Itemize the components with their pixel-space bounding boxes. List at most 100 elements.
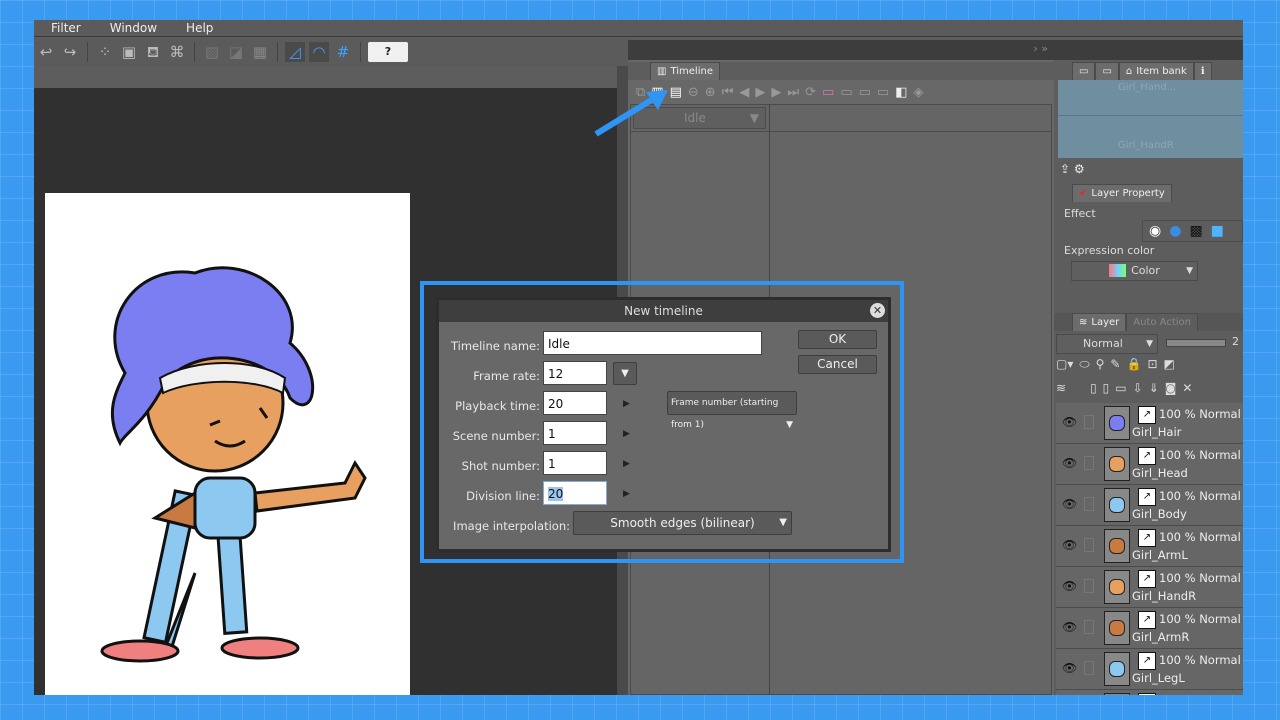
shot-number-input[interactable]: 1 (543, 451, 607, 475)
tab-layer-property[interactable]: ✔ Layer Property (1072, 184, 1172, 202)
pencil-icon[interactable]: ✎ (1110, 357, 1120, 372)
last-frame-icon[interactable]: ⏭ (787, 85, 799, 100)
expand-icon[interactable]: › » (1033, 42, 1048, 55)
division-line-input[interactable]: 20 (543, 481, 607, 505)
division-spin-arrow-icon[interactable]: ▶ (623, 489, 630, 499)
help-button[interactable]: ? (368, 42, 408, 62)
playback-unit-select[interactable]: Frame number (starting from 1) ▼ (667, 391, 797, 430)
layer-color-icon[interactable]: ■ (1211, 223, 1224, 239)
layer-checkbox[interactable] (1084, 456, 1094, 470)
delete-layer-icon[interactable]: ✕ (1182, 381, 1192, 395)
zoom-out-icon[interactable]: ⊖ (688, 85, 699, 100)
tab-auto-action[interactable]: Auto Action (1126, 313, 1198, 331)
layer-checkbox[interactable] (1084, 620, 1094, 634)
layer-row[interactable]: 👁 ↗ 100 % Normal Girl_Hair (1056, 403, 1243, 444)
texture-icon[interactable]: ▩ (1189, 223, 1202, 239)
light-table-icon[interactable]: ◧ (895, 85, 907, 100)
tab-timeline[interactable]: ▥ Timeline (650, 62, 720, 80)
playback-time-input[interactable]: 20 (543, 391, 607, 415)
grid-icon[interactable]: ▦ (250, 42, 270, 62)
selection-dots-icon[interactable]: ⁘ (95, 42, 115, 62)
layer-checkbox[interactable] (1084, 579, 1094, 593)
play-icon[interactable]: ▶ (755, 85, 765, 100)
layer-row[interactable]: 👁 ↗ 100 % Normal Girl_Body (1056, 485, 1243, 526)
invert-selection-icon[interactable]: ▣ (119, 42, 139, 62)
canvas-page[interactable] (45, 193, 410, 695)
tab-item-bank[interactable]: ⌂ Item bank (1118, 62, 1194, 80)
fill-bucket-icon[interactable]: ⛾ (143, 42, 163, 62)
menu-window[interactable]: Window (93, 20, 169, 36)
layer-checkbox[interactable] (1084, 415, 1094, 429)
eye-icon[interactable]: 👁 (1062, 538, 1077, 552)
expression-color-select[interactable]: ██ Color ▼ (1071, 261, 1198, 281)
new-vector-layer-icon[interactable]: ▯ (1103, 381, 1110, 395)
loop-icon[interactable]: ⟳ (805, 85, 816, 100)
item-bank-item[interactable]: Girl_HandR (1058, 118, 1243, 158)
blend-mode-select[interactable]: Normal ▼ (1056, 334, 1158, 354)
layer-row[interactable]: 👁 ↗ 100 % Normal (1056, 690, 1243, 695)
layer-checkbox[interactable] (1084, 497, 1094, 511)
first-frame-icon[interactable]: ⏮ (722, 85, 734, 100)
layer-row[interactable]: 👁 ↗ 100 % Normal Girl_LegL (1056, 649, 1243, 690)
lock-icon[interactable]: 🔒 (1126, 357, 1141, 372)
mask-add-icon[interactable]: ◙ (1165, 381, 1177, 395)
tab-navigator[interactable]: ▭ (1095, 62, 1119, 80)
eye-icon[interactable]: 👁 (1062, 497, 1077, 511)
tab-info[interactable]: ℹ (1193, 62, 1212, 80)
item-bank-list[interactable]: Girl_Hand... Girl_HandR (1058, 80, 1243, 158)
cancel-button[interactable]: Cancel (798, 355, 877, 374)
image-interpolation-select[interactable]: Smooth edges (bilinear) ▼ (573, 511, 792, 535)
transfer-down-icon[interactable]: ⇓ (1149, 381, 1159, 395)
layer-color-select[interactable]: ▢▾ (1056, 357, 1073, 372)
transform-icon[interactable]: ⌘ (167, 42, 187, 62)
ruler-icon[interactable]: ◿ (285, 42, 305, 62)
layer-row[interactable]: 👁 ↗ 100 % Normal Girl_Head (1056, 444, 1243, 485)
eye-icon[interactable]: 👁 (1062, 661, 1077, 675)
border-effect-icon[interactable]: ◉ (1149, 223, 1161, 239)
new-cel-icon[interactable]: ▭ (822, 85, 834, 100)
new-folder-icon[interactable]: ▭ (1115, 381, 1126, 395)
link-cel-icon[interactable]: ▭ (859, 85, 871, 100)
next-frame-icon[interactable]: ▶ (771, 85, 781, 100)
undo-icon[interactable]: ↩ (36, 42, 56, 62)
opacity-slider[interactable] (1166, 339, 1226, 347)
unlink-cel-icon[interactable]: ▭ (877, 85, 889, 100)
tab-layer[interactable]: ≋ Layer (1072, 313, 1127, 331)
eye-icon[interactable]: 👁 (1062, 415, 1077, 429)
item-bank-item[interactable]: Girl_Hand... (1058, 80, 1243, 116)
eye-icon[interactable]: 👁 (1062, 579, 1077, 593)
layers-icon[interactable]: ≋ (1056, 381, 1066, 395)
clear-icon[interactable]: ▨ (202, 42, 222, 62)
new-layer-icon[interactable]: ▯ (1090, 381, 1097, 395)
frame-rate-input[interactable]: 12 (543, 361, 607, 385)
layer-checkbox[interactable] (1084, 661, 1094, 675)
zoom-in-icon[interactable]: ⊕ (705, 85, 716, 100)
lock-transparent-icon[interactable]: ⊡ (1147, 357, 1157, 372)
snap-grid-icon[interactable]: # (333, 42, 353, 62)
layer-row[interactable]: 👁 ↗ 100 % Normal Girl_HandR (1056, 567, 1243, 608)
fill-icon[interactable]: ◪ (226, 42, 246, 62)
tone-icon[interactable]: ● (1169, 223, 1181, 239)
open-folder-icon[interactable]: ⇪ ⚙ (1060, 162, 1085, 176)
layer-row[interactable]: 👁 ↗ 100 % Normal Girl_ArmL (1056, 526, 1243, 567)
prev-frame-icon[interactable]: ◀ (739, 85, 749, 100)
settings-icon[interactable]: ◈ (914, 85, 924, 100)
menu-filter[interactable]: Filter (34, 20, 93, 36)
reference-icon[interactable]: ⚲ (1096, 357, 1105, 372)
tab-sub-view[interactable]: ▭ (1072, 62, 1096, 80)
redo-icon[interactable]: ↪ (60, 42, 80, 62)
clip-icon[interactable]: ⬭ (1079, 357, 1089, 372)
scene-number-input[interactable]: 1 (543, 421, 607, 445)
layer-row[interactable]: 👁 ↗ 100 % Normal Girl_ArmR (1056, 608, 1243, 649)
timeline-name-input[interactable]: Idle (543, 331, 762, 355)
shot-spin-arrow-icon[interactable]: ▶ (623, 459, 630, 469)
close-icon[interactable]: ✕ (870, 303, 885, 318)
layer-checkbox[interactable] (1084, 538, 1094, 552)
new-animation-folder-icon[interactable]: ▭ (840, 85, 852, 100)
eye-icon[interactable]: 👁 (1062, 620, 1077, 634)
playback-spin-arrow-icon[interactable]: ▶ (623, 399, 630, 409)
mask-icon[interactable]: ◩ (1164, 357, 1175, 372)
frame-rate-dropdown[interactable]: ▼ (613, 362, 637, 385)
eye-icon[interactable]: 👁 (1062, 456, 1077, 470)
merge-down-icon[interactable]: ⇩ (1133, 381, 1143, 395)
